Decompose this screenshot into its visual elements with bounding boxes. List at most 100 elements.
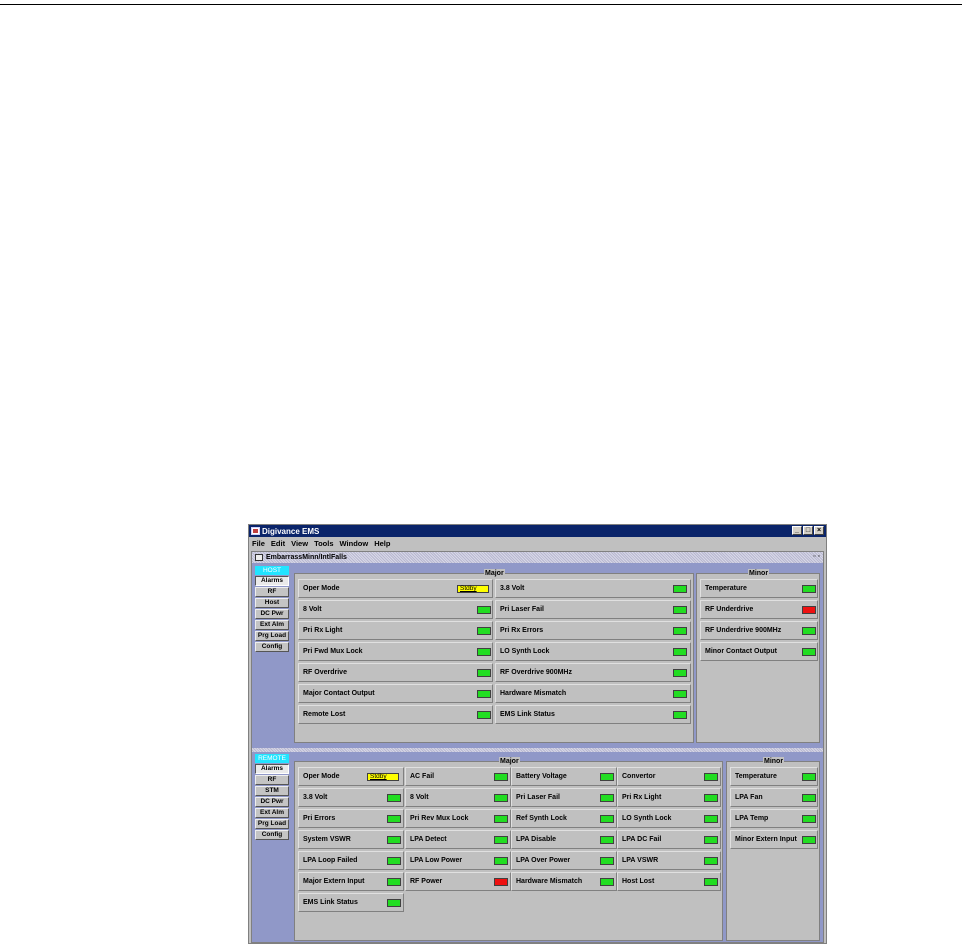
host-nav-alarms[interactable]: Alarms (255, 576, 289, 586)
host-minor-title: Minor (748, 569, 770, 578)
host-nav-host[interactable]: Host (255, 598, 289, 608)
host-alarm-major-contact-output: Major Contact Output (298, 684, 493, 703)
status-indicator-green (477, 627, 491, 635)
menu-tools[interactable]: Tools (314, 539, 333, 548)
status-indicator-green (802, 794, 816, 802)
host-nav-dc-pwr[interactable]: DC Pwr (255, 609, 289, 619)
alarm-label: Hardware Mismatch (516, 878, 583, 885)
remote-nav-stm[interactable]: STM (255, 786, 289, 796)
menu-window[interactable]: Window (340, 539, 369, 548)
status-indicator-green (494, 794, 508, 802)
host-section: HOST Alarms RF Host DC Pwr Ext Alm Prg Load Co… (252, 564, 823, 746)
host-nav-config[interactable]: Config (255, 642, 289, 652)
alarm-label: Remote Lost (303, 711, 346, 718)
host-minor-panel: Minor Temperature RF Underdrive RF Underdr… (696, 569, 820, 743)
status-indicator-green (477, 648, 491, 656)
host-alarm-lo-synth-lock: LO Synth Lock (495, 642, 691, 661)
remote-alarm-oper-mode: Oper Mode Stdby (298, 767, 404, 786)
alarm-label: Convertor (622, 773, 656, 780)
host-major-panel: Major Oper Mode Stdby 8 Volt Pri Rx Light Pr… (294, 569, 694, 743)
status-indicator-green (387, 878, 401, 886)
host-alarm-rf-underdrive-900mhz: RF Underdrive 900MHz (700, 621, 818, 640)
remote-alarm-pri-rx-light: Pri Rx Light (617, 788, 721, 807)
remote-alarm-3-8-volt: 3.8 Volt (298, 788, 404, 807)
alarm-label: Pri Rev Mux Lock (410, 815, 469, 822)
status-indicator-green (802, 836, 816, 844)
status-indicator-green (494, 857, 508, 865)
remote-minor-panel: Minor Temperature LPA Fan LPA Temp Minor Ex… (726, 757, 820, 941)
remote-major-title: Major (499, 757, 520, 766)
alarm-label: LPA Disable (516, 836, 557, 843)
remote-alarm-lpa-loop-failed: LPA Loop Failed (298, 851, 404, 870)
minimize-button[interactable]: _ (792, 526, 802, 535)
host-nav-prg-load[interactable]: Prg Load (255, 631, 289, 641)
alarm-label: RF Overdrive 900MHz (500, 669, 572, 676)
status-indicator-green (600, 857, 614, 865)
remote-header: REMOTE (255, 754, 289, 763)
remote-alarm-system-vswr: System VSWR (298, 830, 404, 849)
status-indicator-green (494, 773, 508, 781)
menu-view[interactable]: View (291, 539, 308, 548)
remote-nav-config[interactable]: Config (255, 830, 289, 840)
remote-alarm-major-extern-input: Major Extern Input (298, 872, 404, 891)
host-alarm-3-8-volt: 3.8 Volt (495, 579, 691, 598)
remote-alarm-lpa-disable: LPA Disable (511, 830, 617, 849)
remote-alarm-lpa-vswr: LPA VSWR (617, 851, 721, 870)
internal-frame-titlebar[interactable]: EmbarrassMinn/IntlFalls ▫ ▫ (252, 552, 823, 563)
remote-alarm-temperature: Temperature (730, 767, 818, 786)
alarm-label: LO Synth Lock (622, 815, 672, 822)
remote-alarm-lpa-over-power: LPA Over Power (511, 851, 617, 870)
status-indicator-green (494, 815, 508, 823)
remote-alarm-lpa-detect: LPA Detect (405, 830, 511, 849)
menu-help[interactable]: Help (374, 539, 390, 548)
host-nav-ext-alm[interactable]: Ext Alm (255, 620, 289, 630)
remote-alarm-ref-synth-lock: Ref Synth Lock (511, 809, 617, 828)
remote-alarm-lo-synth-lock: LO Synth Lock (617, 809, 721, 828)
remote-nav-ext-alm[interactable]: Ext Alm (255, 808, 289, 818)
host-nav-rf[interactable]: RF (255, 587, 289, 597)
alarm-label: LO Synth Lock (500, 648, 550, 655)
host-alarm-8-volt: 8 Volt (298, 600, 493, 619)
alarm-label: Pri Laser Fail (516, 794, 560, 801)
alarm-label: System VSWR (303, 836, 351, 843)
host-alarm-remote-lost: Remote Lost (298, 705, 493, 724)
close-button[interactable]: × (814, 526, 824, 535)
host-major-title: Major (484, 569, 505, 578)
page-top-rule (0, 4, 962, 5)
alarm-label: Minor Extern Input (735, 836, 797, 843)
alarm-label: Major Contact Output (303, 690, 375, 697)
alarm-label: Battery Voltage (516, 773, 567, 780)
remote-alarm-hardware-mismatch: Hardware Mismatch (511, 872, 617, 891)
menu-edit[interactable]: Edit (271, 539, 285, 548)
host-alarm-oper-mode: Oper Mode Stdby (298, 579, 493, 598)
remote-alarm-minor-extern-input: Minor Extern Input (730, 830, 818, 849)
alarm-label: 3.8 Volt (303, 794, 328, 801)
remote-nav-dc-pwr[interactable]: DC Pwr (255, 797, 289, 807)
host-alarm-temperature: Temperature (700, 579, 818, 598)
app-icon (251, 527, 260, 535)
status-indicator-green (673, 627, 687, 635)
status-indicator-green (387, 836, 401, 844)
remote-alarm-pri-rev-mux-lock: Pri Rev Mux Lock (405, 809, 511, 828)
status-indicator-green (802, 648, 816, 656)
maximize-button[interactable]: □ (803, 526, 813, 535)
alarm-label: LPA Detect (410, 836, 447, 843)
status-indicator-green (387, 899, 401, 907)
alarm-label: Temperature (705, 585, 747, 592)
frame-restore-icon[interactable]: ▫ ▫ (813, 553, 820, 560)
remote-nav-alarms[interactable]: Alarms (255, 764, 289, 774)
menu-file[interactable]: File (252, 539, 265, 548)
status-indicator-red (494, 878, 508, 886)
status-indicator-green (704, 794, 718, 802)
window-titlebar[interactable]: Digivance EMS _ □ × (249, 525, 826, 537)
status-indicator-green (673, 669, 687, 677)
remote-alarm-lpa-dc-fail: LPA DC Fail (617, 830, 721, 849)
remote-nav-rf[interactable]: RF (255, 775, 289, 785)
status-indicator-green (704, 815, 718, 823)
host-alarm-rf-overdrive-900mhz: RF Overdrive 900MHz (495, 663, 691, 682)
alarm-label: Pri Laser Fail (500, 606, 544, 613)
app-window: Digivance EMS _ □ × File Edit View Tools… (248, 524, 827, 944)
remote-alarm-ems-link-status: EMS Link Status (298, 893, 404, 912)
remote-nav-prg-load[interactable]: Prg Load (255, 819, 289, 829)
alarm-label: EMS Link Status (303, 899, 358, 906)
